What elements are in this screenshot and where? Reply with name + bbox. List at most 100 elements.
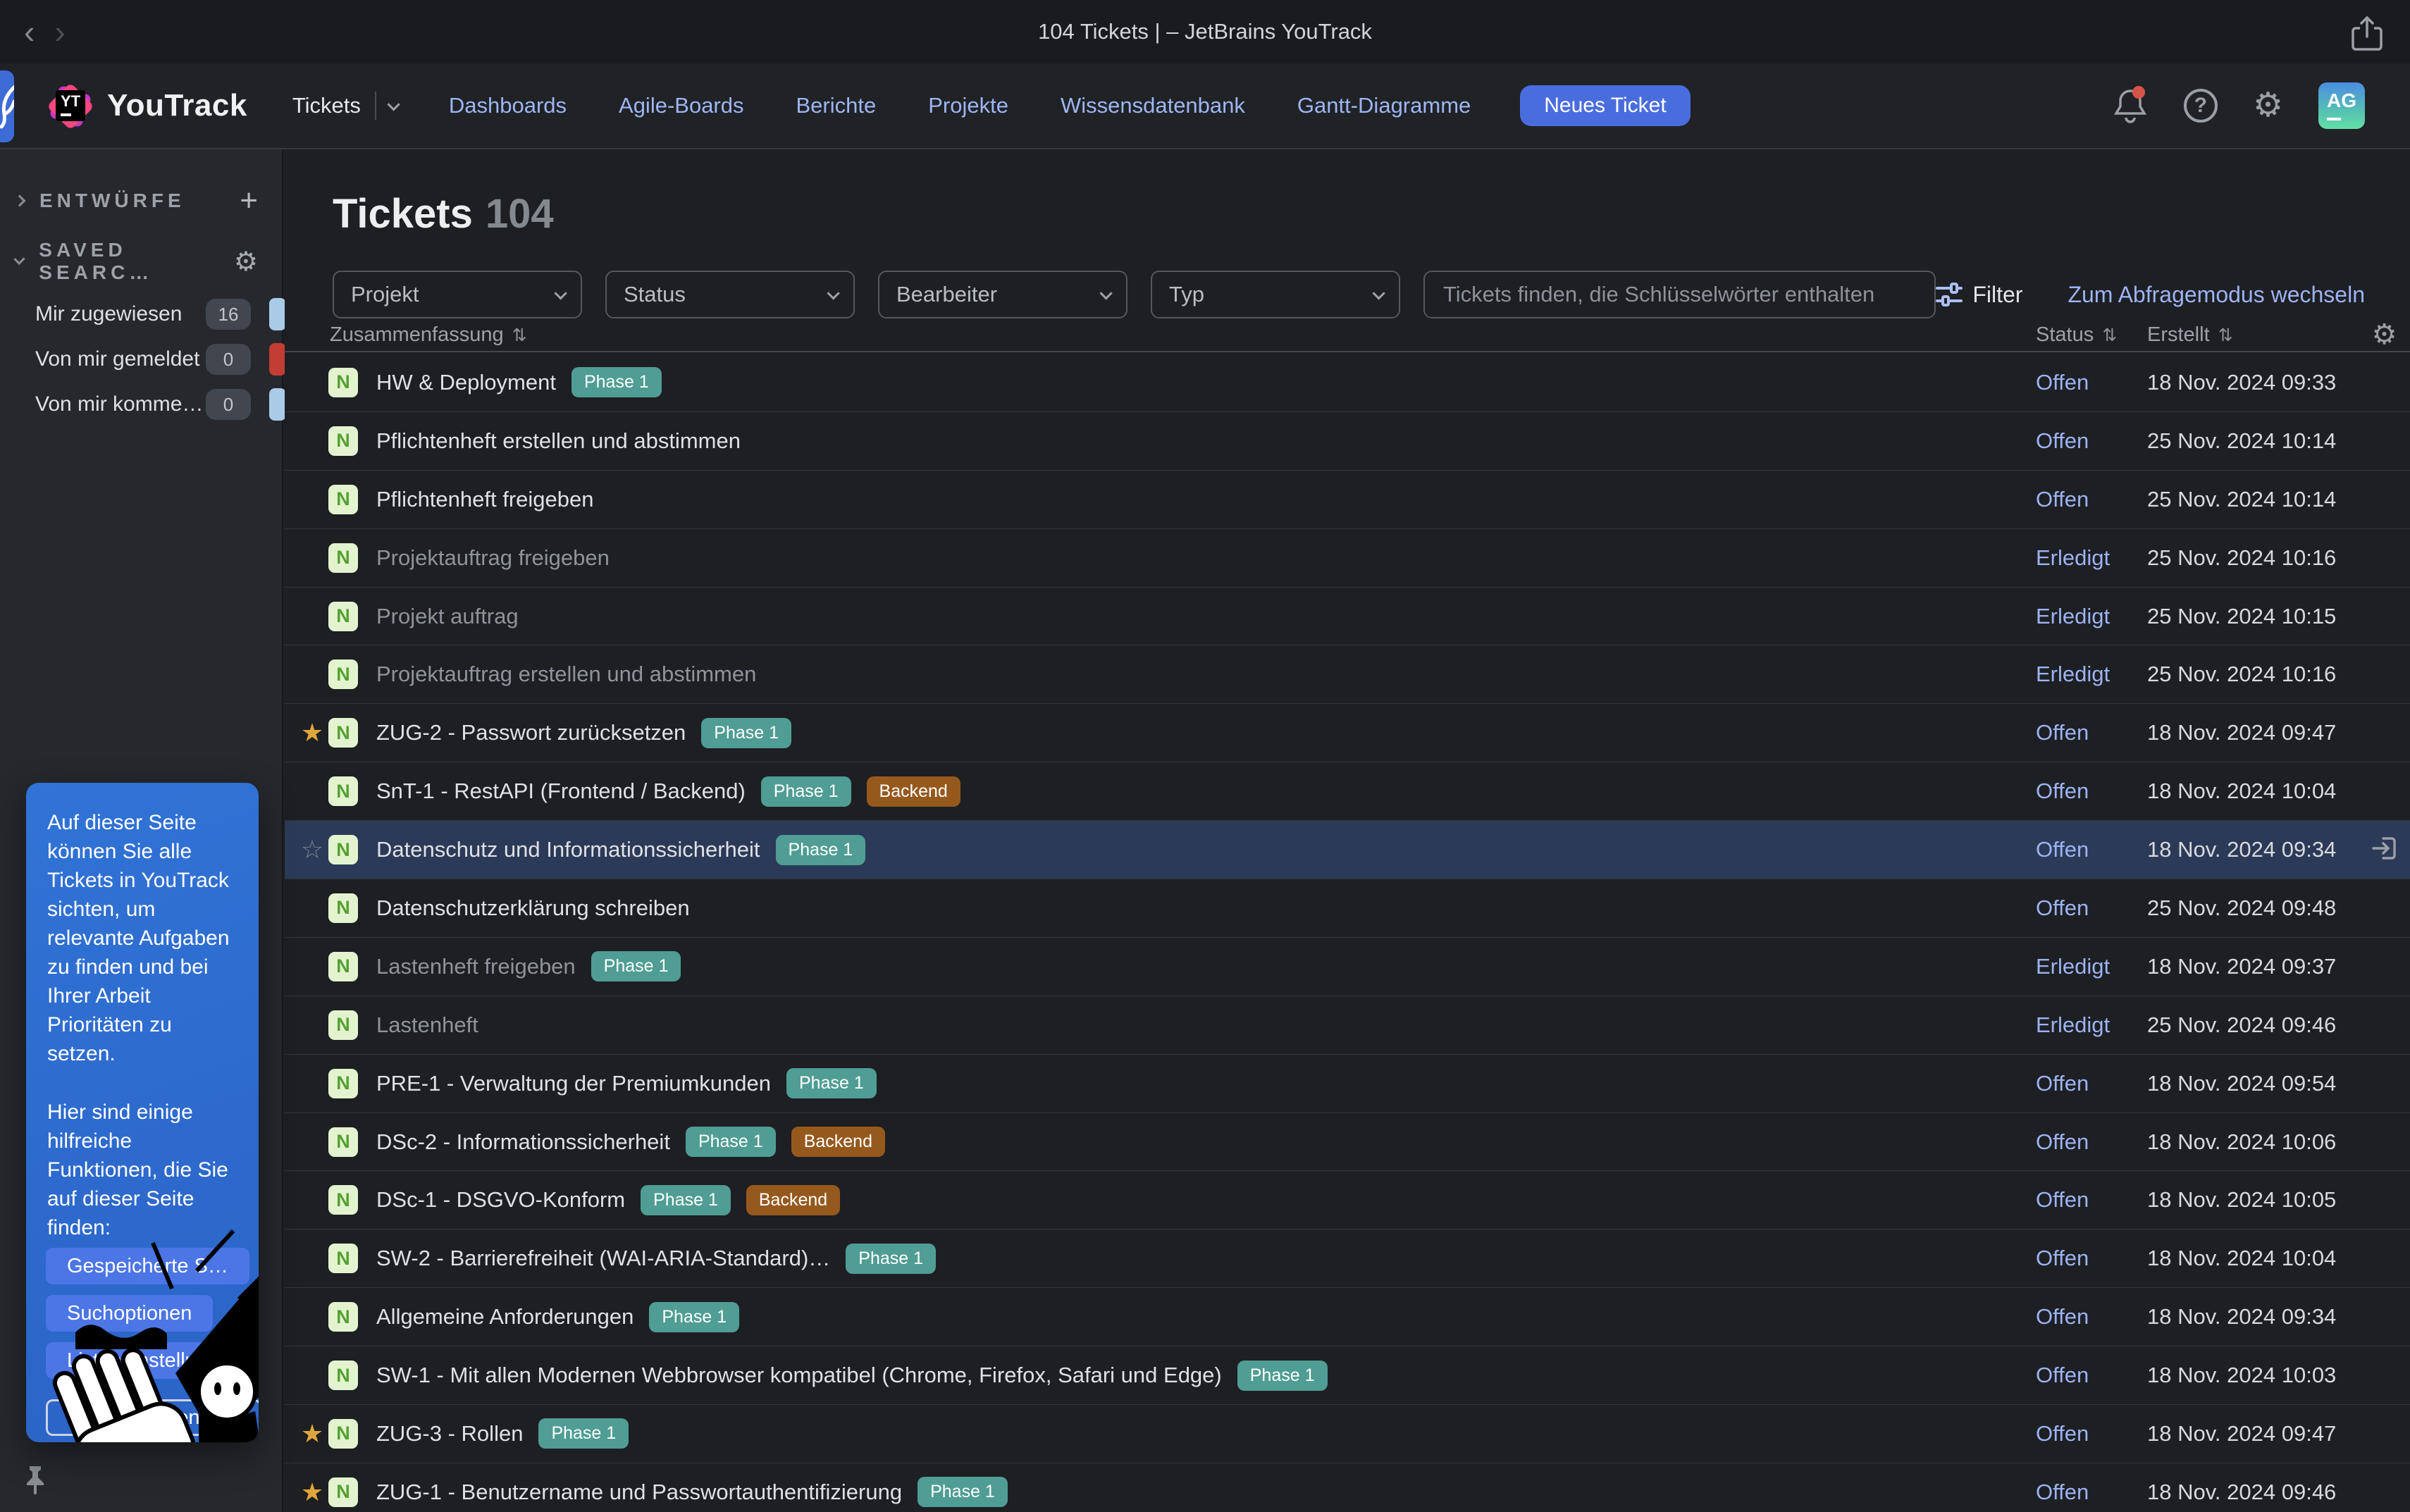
ticket-row[interactable]: N Pflichtenheft freigeben Offen 25 Nov. … bbox=[285, 471, 2410, 529]
tag-phase-1[interactable]: Phase 1 bbox=[1237, 1361, 1328, 1391]
ticket-status-link[interactable]: Offen bbox=[2036, 720, 2089, 745]
chevron-down-icon[interactable] bbox=[13, 254, 25, 265]
nav-dashboards[interactable]: Dashboards bbox=[449, 93, 567, 118]
ticket-row[interactable]: ★ N ZUG-2 - Passwort zurücksetzen Phase … bbox=[285, 704, 2410, 762]
favorite-star-icon[interactable]: ★ bbox=[296, 1477, 328, 1507]
sidebar-item-von-mir-gemeldet[interactable]: Von mir gemeldet0 bbox=[0, 337, 282, 382]
sidebar-section-saved-searches[interactable]: SAVED SEARC… ⚙ bbox=[0, 241, 282, 282]
tag-phase-1[interactable]: Phase 1 bbox=[846, 1244, 936, 1274]
ticket-row[interactable]: N PRE-1 - Verwaltung der Premiumkunden P… bbox=[285, 1055, 2410, 1113]
help-icon[interactable]: ? bbox=[2184, 89, 2218, 123]
ticket-status-link[interactable]: Offen bbox=[2036, 1071, 2089, 1096]
nav-wissensdatenbank[interactable]: Wissensdatenbank bbox=[1061, 93, 1245, 118]
ticket-status-link[interactable]: Offen bbox=[2036, 1363, 2089, 1387]
ticket-row[interactable]: N DSc-2 - Informationssicherheit Phase 1… bbox=[285, 1113, 2410, 1172]
filter-dropdown-bearbeiter[interactable]: Bearbeiter bbox=[878, 271, 1127, 318]
sidebar-item-von-mir-komme-[interactable]: Von mir komme…0 bbox=[0, 382, 282, 427]
table-settings-gear-icon[interactable]: ⚙ bbox=[2359, 318, 2410, 351]
tag-phase-1[interactable]: Phase 1 bbox=[641, 1185, 731, 1215]
ticket-row[interactable]: N Pflichtenheft erstellen und abstimmen … bbox=[285, 412, 2410, 471]
ticket-row[interactable]: N Lastenheft Erledigt 25 Nov. 2024 09:46 bbox=[285, 996, 2410, 1055]
ticket-status-link[interactable]: Offen bbox=[2036, 1304, 2089, 1329]
browser-back-icon[interactable]: ‹ bbox=[14, 16, 44, 48]
chevron-down-icon[interactable] bbox=[387, 98, 400, 111]
tag-backend[interactable]: Backend bbox=[746, 1185, 840, 1215]
ticket-row[interactable]: ★ N ZUG-1 - Benutzername und Passwortaut… bbox=[285, 1463, 2410, 1512]
ticket-status-link[interactable]: Offen bbox=[2036, 1480, 2089, 1504]
pin-sidebar-icon[interactable] bbox=[21, 1465, 49, 1499]
nav-tickets[interactable]: Tickets bbox=[292, 92, 397, 120]
search-input[interactable] bbox=[1423, 271, 1936, 318]
sort-icon[interactable]: ⇅ bbox=[2218, 326, 2233, 345]
sort-icon[interactable]: ⇅ bbox=[2102, 326, 2117, 345]
share-icon[interactable] bbox=[2351, 16, 2383, 56]
query-mode-link[interactable]: Zum Abfragemodus wechseln bbox=[2068, 282, 2365, 308]
sort-icon[interactable]: ⇅ bbox=[512, 326, 527, 345]
add-draft-icon[interactable]: + bbox=[240, 185, 258, 216]
saved-searches-gear-icon[interactable]: ⚙ bbox=[234, 246, 258, 278]
ticket-row[interactable]: ★ N ZUG-3 - Rollen Phase 1 Offen 18 Nov.… bbox=[285, 1405, 2410, 1463]
new-ticket-button[interactable]: Neues Ticket bbox=[1520, 85, 1690, 126]
tag-phase-1[interactable]: Phase 1 bbox=[701, 718, 791, 748]
ticket-row[interactable]: N SW-2 - Barrierefreiheit (WAI-ARIA-Stan… bbox=[285, 1229, 2410, 1288]
tag-phase-1[interactable]: Phase 1 bbox=[538, 1418, 629, 1449]
column-status[interactable]: Status⇅ bbox=[2036, 323, 2147, 347]
tooltip-dismiss-button[interactable]: Tipps ausblenden bbox=[46, 1399, 259, 1436]
ticket-row[interactable]: N Projekt auftrag Erledigt 25 Nov. 2024 … bbox=[285, 588, 2410, 646]
ticket-status-link[interactable]: Offen bbox=[2036, 1187, 2089, 1212]
nav-gantt-diagramme[interactable]: Gantt-Diagramme bbox=[1297, 93, 1471, 118]
ticket-status-link[interactable]: Offen bbox=[2036, 487, 2089, 512]
tag-phase-1[interactable]: Phase 1 bbox=[786, 1068, 877, 1098]
filter-toggle[interactable]: Filter bbox=[1936, 282, 2022, 308]
open-ticket-icon[interactable] bbox=[2371, 834, 2399, 866]
chevron-right-icon[interactable] bbox=[14, 195, 26, 207]
tag-backend[interactable]: Backend bbox=[791, 1127, 885, 1157]
tooltip-button-suchoptionen[interactable]: Suchoptionen bbox=[46, 1295, 213, 1332]
ticket-status-link[interactable]: Offen bbox=[2036, 779, 2089, 803]
notifications-bell-icon[interactable] bbox=[2112, 85, 2149, 127]
ticket-status-link[interactable]: Erledigt bbox=[2036, 604, 2110, 628]
nav-berichte[interactable]: Berichte bbox=[796, 93, 877, 118]
tag-phase-1[interactable]: Phase 1 bbox=[761, 776, 851, 807]
ticket-status-link[interactable]: Offen bbox=[2036, 1129, 2089, 1154]
browser-extension-icon[interactable] bbox=[0, 70, 14, 142]
ticket-row[interactable]: N HW & Deployment Phase 1 Offen 18 Nov. … bbox=[285, 354, 2410, 412]
ticket-status-link[interactable]: Erledigt bbox=[2036, 662, 2110, 686]
avatar[interactable]: AG bbox=[2318, 82, 2365, 129]
tag-phase-1[interactable]: Phase 1 bbox=[591, 951, 681, 981]
column-summary[interactable]: Zusammenfassung⇅ bbox=[328, 323, 2036, 347]
nav-projekte[interactable]: Projekte bbox=[928, 93, 1008, 118]
tag-phase-1[interactable]: Phase 1 bbox=[571, 367, 662, 397]
settings-gear-icon[interactable]: ⚙ bbox=[2253, 89, 2283, 123]
ticket-row[interactable]: N Datenschutzerklärung schreiben Offen 2… bbox=[285, 879, 2410, 938]
ticket-status-link[interactable]: Offen bbox=[2036, 428, 2089, 453]
favorite-star-icon[interactable]: ☆ bbox=[296, 835, 328, 865]
ticket-status-link[interactable]: Offen bbox=[2036, 1246, 2089, 1270]
ticket-row[interactable]: N Projektauftrag erstellen und abstimmen… bbox=[285, 645, 2410, 704]
ticket-status-link[interactable]: Erledigt bbox=[2036, 545, 2110, 570]
ticket-row[interactable]: ☆ N Datenschutz und Informationssicherhe… bbox=[285, 821, 2410, 879]
favorite-star-icon[interactable]: ★ bbox=[296, 1419, 328, 1449]
tag-phase-1[interactable]: Phase 1 bbox=[776, 835, 866, 865]
favorite-star-icon[interactable]: ★ bbox=[296, 718, 328, 748]
ticket-status-link[interactable]: Erledigt bbox=[2036, 1012, 2110, 1037]
tooltip-button-listeneinstellun-[interactable]: Listeneinstellun… bbox=[46, 1342, 249, 1379]
browser-forward-icon[interactable]: › bbox=[44, 16, 75, 48]
filter-dropdown-projekt[interactable]: Projekt bbox=[333, 271, 582, 318]
ticket-row[interactable]: N Allgemeine Anforderungen Phase 1 Offen… bbox=[285, 1288, 2410, 1346]
column-created[interactable]: Erstellt⇅ bbox=[2147, 323, 2359, 347]
nav-agile-boards[interactable]: Agile-Boards bbox=[619, 93, 743, 118]
ticket-row[interactable]: N Lastenheft freigeben Phase 1 Erledigt … bbox=[285, 938, 2410, 996]
filter-dropdown-status[interactable]: Status bbox=[605, 271, 855, 318]
ticket-row[interactable]: N DSc-1 - DSGVO-Konform Phase 1Backend O… bbox=[285, 1171, 2410, 1229]
sidebar-section-drafts[interactable]: ENTWÜRFE + bbox=[0, 180, 282, 221]
ticket-status-link[interactable]: Offen bbox=[2036, 370, 2089, 395]
tag-phase-1[interactable]: Phase 1 bbox=[917, 1477, 1008, 1507]
ticket-row[interactable]: N SW-1 - Mit allen Modernen Webbrowser k… bbox=[285, 1346, 2410, 1405]
filter-dropdown-typ[interactable]: Typ bbox=[1151, 271, 1400, 318]
ticket-status-link[interactable]: Offen bbox=[2036, 837, 2089, 862]
tooltip-button-gespeicherte-s-[interactable]: Gespeicherte S… bbox=[46, 1248, 249, 1284]
youtrack-logo-icon[interactable]: YT bbox=[44, 80, 96, 132]
ticket-status-link[interactable]: Offen bbox=[2036, 1421, 2089, 1446]
sidebar-item-mir-zugewiesen[interactable]: Mir zugewiesen16 bbox=[0, 292, 282, 337]
